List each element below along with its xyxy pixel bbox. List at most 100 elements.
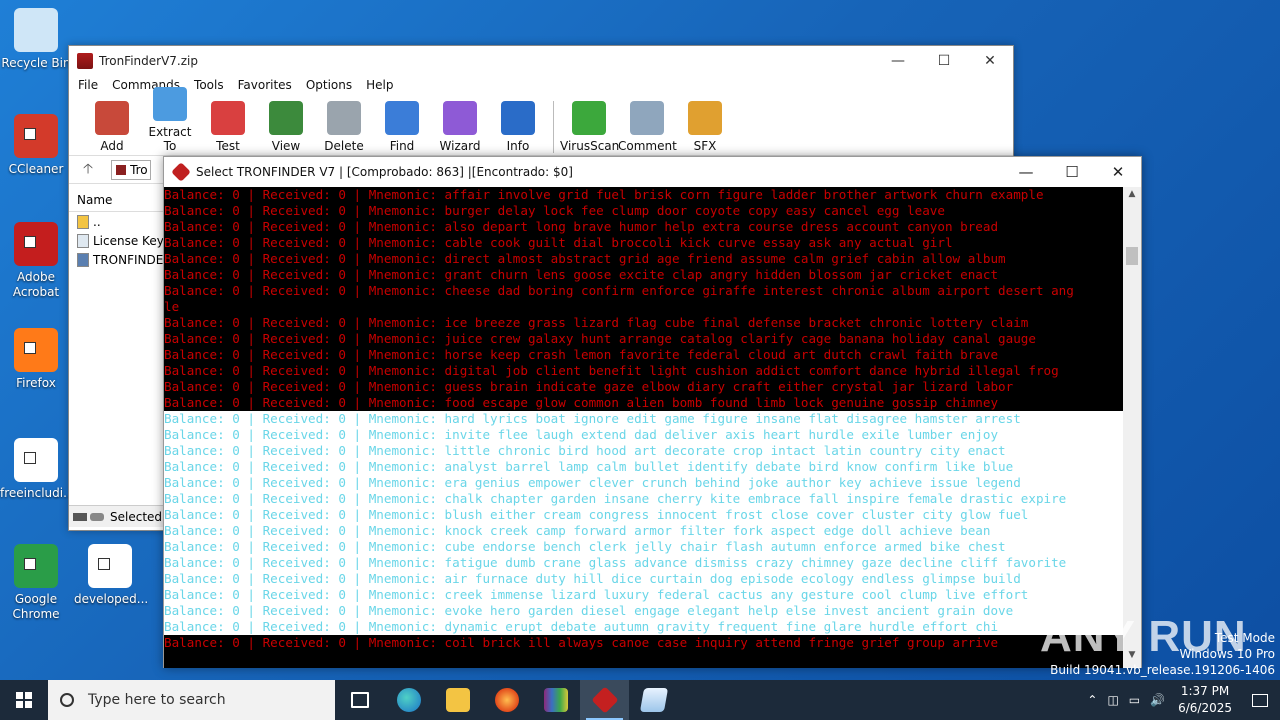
close-icon[interactable]: ✕	[1095, 157, 1141, 187]
tronfinder-icon	[590, 686, 619, 714]
virusscan-button[interactable]: VirusScan	[560, 101, 620, 155]
console-line: Balance: 0 | Received: 0 | Mnemonic: dyn…	[164, 619, 1124, 635]
minimize-icon[interactable]: —	[875, 46, 921, 76]
comment-button[interactable]: Comment	[618, 101, 677, 155]
address-field[interactable]: Tro	[111, 159, 152, 180]
extract-to-button[interactable]: Extract To	[141, 87, 199, 155]
taskbar-search[interactable]: Type here to search	[48, 680, 335, 720]
file-list: Name .. License Key.t TRONFINDER	[69, 188, 165, 269]
close-icon[interactable]: ✕	[967, 46, 1013, 76]
file-row[interactable]: ..	[69, 212, 165, 231]
maximize-icon[interactable]: ☐	[921, 46, 967, 76]
scroll-thumb[interactable]	[1126, 247, 1138, 265]
console-line: le	[164, 299, 180, 314]
desktop-icon-label: freeincludi...	[0, 486, 75, 500]
winrar-app-icon	[77, 53, 93, 69]
freeincluding-icon	[14, 438, 58, 482]
toolbar-label: Comment	[618, 139, 677, 153]
info-button[interactable]: Info	[489, 101, 547, 155]
taskbar-explorer[interactable]	[433, 680, 482, 720]
console-line: Balance: 0 | Received: 0 | Mnemonic: als…	[164, 219, 999, 234]
toolbar-label: Info	[506, 139, 530, 153]
console-scrollbar[interactable]: ▲ ▼	[1123, 187, 1141, 668]
battery-icon[interactable]: ▭	[1124, 693, 1145, 707]
winrar-statusbar: Selected	[69, 505, 165, 527]
desktop-icon-recycle-bin[interactable]: Recycle Bin	[0, 8, 72, 71]
toolbar-separator	[553, 101, 554, 153]
console-line: Balance: 0 | Received: 0 | Mnemonic: jui…	[164, 331, 1036, 346]
file-name: ..	[93, 214, 101, 229]
clock[interactable]: 1:37 PM 6/6/2025	[1170, 683, 1240, 717]
console-line: Balance: 0 | Received: 0 | Mnemonic: kno…	[164, 523, 1124, 539]
desktop-icon-adobe-acrobat[interactable]: Adobe Acrobat	[0, 222, 72, 300]
console-output[interactable]: Balance: 0 | Received: 0 | Mnemonic: aff…	[164, 187, 1124, 668]
notification-button[interactable]	[1240, 680, 1280, 720]
console-title: Select TRONFINDER V7 | [Comprobado: 863]…	[196, 165, 573, 179]
desktop-icon-label: Firefox	[16, 376, 56, 390]
start-button[interactable]	[0, 680, 48, 720]
scroll-up-icon[interactable]: ▲	[1123, 189, 1141, 205]
menu-item-favorites[interactable]: Favorites	[231, 76, 299, 96]
menu-item-options[interactable]: Options	[299, 76, 359, 96]
file-name: License Key.t	[93, 233, 165, 248]
desktop-icon-ccleaner[interactable]: CCleaner	[0, 114, 72, 177]
find-icon	[385, 101, 419, 135]
windows-logo-icon	[16, 692, 32, 708]
console-app-icon	[171, 162, 191, 182]
console-line: Balance: 0 | Received: 0 | Mnemonic: era…	[164, 475, 1124, 491]
maximize-icon[interactable]: ☐	[1049, 157, 1095, 187]
windows-edition-line: Windows 10 Pro	[1179, 647, 1275, 661]
winrar-menubar: File Commands Tools Favorites Options Help	[69, 76, 1013, 96]
network-icon[interactable]: ◫	[1102, 693, 1123, 707]
desktop-icon-freeincluding[interactable]: freeincludi...	[0, 438, 75, 501]
volume-icon[interactable]: 🔊	[1145, 693, 1170, 707]
console-line: Balance: 0 | Received: 0 | Mnemonic: hor…	[164, 347, 999, 362]
status-text: Selected	[110, 509, 163, 524]
taskbar-tronfinder[interactable]	[580, 680, 629, 720]
wizard-button[interactable]: Wizard	[431, 101, 489, 155]
toolbar-label: VirusScan	[560, 139, 620, 153]
desktop-icon-google-chrome[interactable]: Google Chrome	[0, 544, 72, 622]
taskbar-edge[interactable]	[384, 680, 433, 720]
file-row[interactable]: TRONFINDER	[69, 250, 165, 269]
search-placeholder: Type here to search	[88, 692, 226, 708]
firefox-icon	[14, 328, 58, 372]
menu-item-help[interactable]: Help	[359, 76, 400, 96]
winrar-title: TronFinderV7.zip	[99, 54, 198, 68]
winrar-titlebar[interactable]: TronFinderV7.zip — ☐ ✕	[69, 46, 1013, 76]
console-line: Balance: 0 | Received: 0 | Mnemonic: aff…	[164, 187, 1044, 202]
taskbar-app[interactable]	[629, 680, 678, 720]
view-button[interactable]: View	[257, 101, 315, 155]
desktop-icon-firefox[interactable]: Firefox	[0, 328, 72, 391]
file-name: TRONFINDER	[93, 252, 165, 267]
desktop-icon-label: Adobe Acrobat	[12, 270, 60, 299]
menu-item-file[interactable]: File	[71, 76, 105, 96]
toolbar-label: Test	[216, 139, 240, 153]
toolbar-label: Add	[100, 139, 124, 153]
task-view-button[interactable]	[335, 680, 384, 720]
console-line: Balance: 0 | Received: 0 | Mnemonic: coi…	[164, 635, 999, 650]
desktop-icon-developed[interactable]: developed...	[74, 544, 148, 607]
app-icon	[639, 688, 668, 712]
taskbar-winrar[interactable]	[531, 680, 580, 720]
column-header-name[interactable]: Name	[69, 188, 165, 212]
find-button[interactable]: Find	[373, 101, 431, 155]
toolbar-label: Extract To	[148, 125, 192, 153]
up-arrow-icon[interactable]: 🡡	[83, 158, 93, 182]
test-button[interactable]: Test	[199, 101, 257, 155]
console-line: Balance: 0 | Received: 0 | Mnemonic: air…	[164, 571, 1124, 587]
minimize-icon[interactable]: —	[1003, 157, 1049, 187]
console-line: Balance: 0 | Received: 0 | Mnemonic: cub…	[164, 539, 1124, 555]
chevron-up-icon[interactable]: ⌃	[1082, 693, 1102, 707]
add-button[interactable]: Add	[83, 101, 141, 155]
taskbar-firefox[interactable]	[482, 680, 531, 720]
system-tray: ⌃ ◫ ▭ 🔊 1:37 PM 6/6/2025	[1082, 680, 1280, 720]
console-line: Balance: 0 | Received: 0 | Mnemonic: bur…	[164, 203, 945, 218]
file-row[interactable]: License Key.t	[69, 231, 165, 250]
text-icon	[77, 233, 89, 248]
key-icon	[90, 512, 104, 521]
console-titlebar[interactable]: Select TRONFINDER V7 | [Comprobado: 863]…	[164, 157, 1141, 187]
sfx-button[interactable]: SFX	[676, 101, 734, 155]
delete-button[interactable]: Delete	[315, 101, 373, 155]
archive-icon	[116, 164, 127, 175]
